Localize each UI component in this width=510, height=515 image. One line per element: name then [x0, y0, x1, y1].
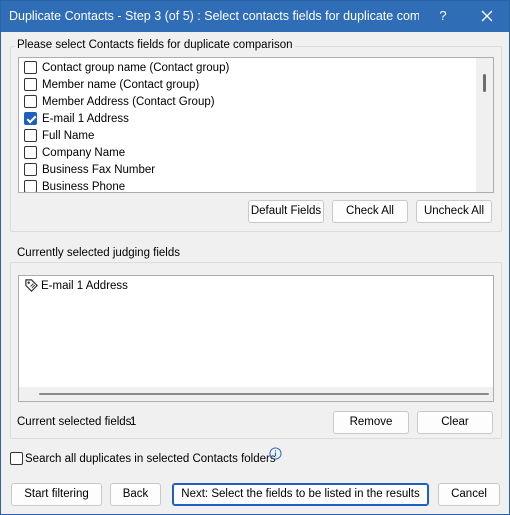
field-label: Business Fax Number	[42, 163, 156, 176]
field-checkbox[interactable]	[24, 146, 37, 159]
window-title: Duplicate Contacts - Step 3 (of 5) : Sel…	[9, 9, 419, 23]
clear-button[interactable]: Clear	[417, 411, 493, 434]
field-label: Business Phone	[42, 180, 126, 193]
tag-icon	[25, 279, 38, 292]
field-item[interactable]: Business Fax Number	[24, 161, 155, 178]
search-all-checkbox[interactable]	[10, 452, 23, 465]
start-filtering-button[interactable]: Start filtering	[11, 483, 102, 506]
field-item[interactable]: Member name (Contact group)	[24, 76, 199, 93]
judging-fields-list[interactable]: E-mail 1 Address	[18, 275, 494, 402]
help-button[interactable]: ?	[434, 7, 452, 25]
selected-count-label: Current selected fields:	[17, 416, 135, 428]
field-label: Contact group name (Contact group)	[42, 61, 230, 74]
field-checkbox[interactable]	[24, 129, 37, 142]
field-checkbox-checked[interactable]	[24, 112, 37, 125]
fields-group-label: Please select Contacts fields for duplic…	[15, 39, 295, 51]
field-item[interactable]: Business Phone	[24, 178, 126, 193]
next-button[interactable]: Next: Select the fields to be listed in …	[172, 483, 429, 506]
search-all-option[interactable]: Search all duplicates in selected Contac…	[10, 450, 276, 467]
field-item[interactable]: Member Address (Contact Group)	[24, 93, 215, 110]
field-item[interactable]: Full Name	[24, 127, 94, 144]
close-button[interactable]	[475, 4, 499, 28]
default-fields-button[interactable]: Default Fields	[248, 200, 324, 223]
close-icon	[481, 10, 493, 22]
info-icon[interactable]	[269, 447, 282, 460]
field-label: Company Name	[42, 146, 126, 159]
check-all-button[interactable]: Check All	[332, 200, 408, 223]
cancel-button[interactable]: Cancel	[438, 483, 500, 506]
field-label: E-mail 1 Address	[42, 112, 129, 125]
field-item[interactable]: Company Name	[24, 144, 125, 161]
duplicate-contacts-dialog: Duplicate Contacts - Step 3 (of 5) : Sel…	[0, 0, 510, 515]
title-bar: Duplicate Contacts - Step 3 (of 5) : Sel…	[1, 1, 509, 32]
judging-group-label: Currently selected judging fields	[15, 247, 183, 259]
field-item[interactable]: E-mail 1 Address	[24, 110, 129, 127]
field-checkbox[interactable]	[24, 61, 37, 74]
field-checkbox[interactable]	[24, 95, 37, 108]
scrollbar-thumb[interactable]	[39, 393, 489, 395]
field-label: Full Name	[42, 129, 95, 142]
judging-field-label: E-mail 1 Address	[41, 279, 128, 292]
uncheck-all-button[interactable]: Uncheck All	[416, 200, 492, 223]
field-checkbox[interactable]	[24, 78, 37, 91]
field-checkbox[interactable]	[24, 180, 37, 192]
judging-horizontal-scrollbar[interactable]	[19, 387, 493, 401]
judging-field-item[interactable]: E-mail 1 Address	[24, 278, 128, 293]
fields-vertical-scrollbar[interactable]	[476, 58, 493, 192]
selected-count-value: 1	[130, 416, 137, 428]
fields-checklist[interactable]: Contact group name (Contact group) Membe…	[18, 57, 494, 193]
back-button[interactable]: Back	[110, 483, 161, 506]
field-checkbox[interactable]	[24, 163, 37, 176]
search-all-label: Search all duplicates in selected Contac…	[25, 452, 276, 465]
field-label: Member name (Contact group)	[42, 78, 200, 91]
field-item[interactable]: Contact group name (Contact group)	[24, 59, 229, 76]
field-label: Member Address (Contact Group)	[42, 95, 215, 108]
scrollbar-thumb[interactable]	[483, 74, 486, 92]
remove-button[interactable]: Remove	[333, 411, 409, 434]
